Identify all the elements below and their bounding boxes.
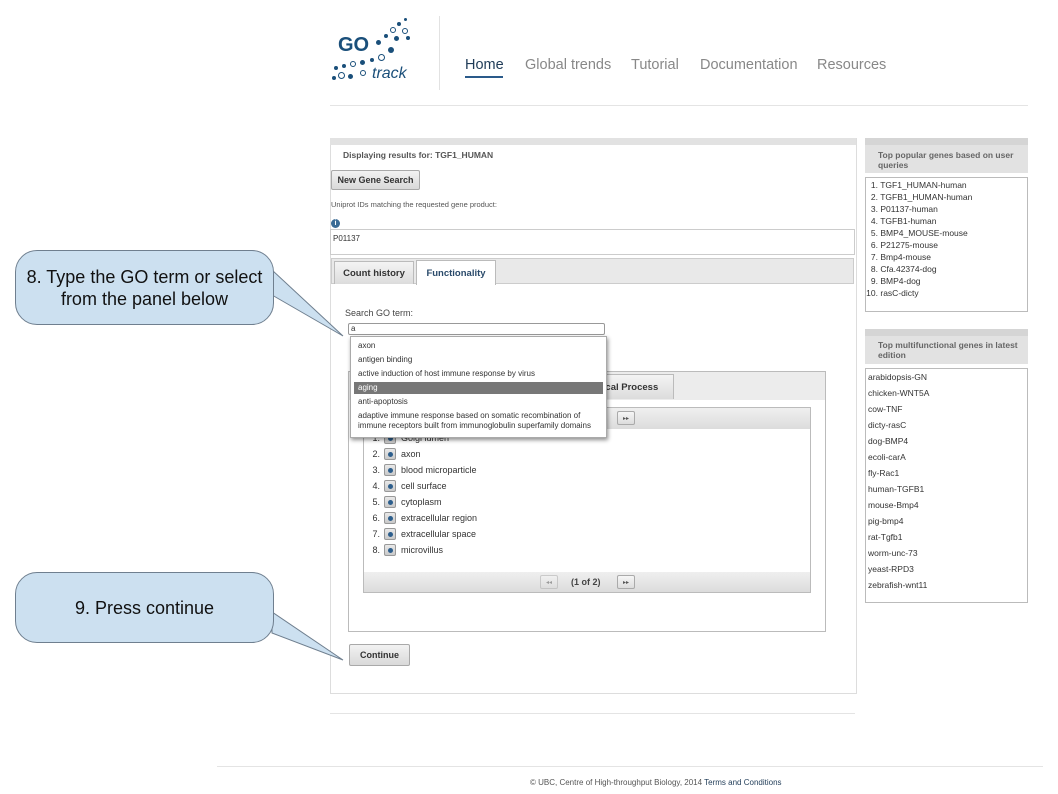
callout-step9-pointer — [271, 611, 344, 661]
footer-separator — [217, 766, 1043, 767]
callout-pointers — [271, 268, 344, 661]
footer-text: © UBC, Centre of High-throughput Biology… — [530, 778, 703, 787]
callout-step9: 9. Press continue — [15, 572, 274, 643]
callout-step8-pointer — [271, 268, 344, 337]
footer: © UBC, Centre of High-throughput Biology… — [530, 778, 782, 787]
callout-step8: 8. Type the GO term or select from the p… — [15, 250, 274, 325]
terms-link[interactable]: Terms and Conditions — [704, 778, 781, 787]
